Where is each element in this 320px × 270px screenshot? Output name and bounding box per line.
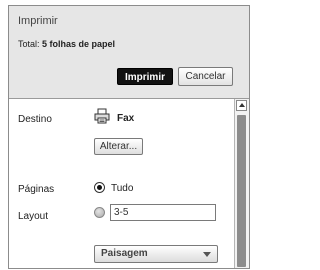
total-value: 5 folhas de papel: [42, 39, 116, 49]
pages-range-radio[interactable]: [94, 207, 105, 218]
pages-label: Páginas: [18, 184, 55, 195]
scroll-thumb[interactable]: [237, 115, 246, 267]
scroll-up-arrow-icon[interactable]: [236, 100, 247, 111]
scrollbar[interactable]: [234, 99, 249, 268]
chevron-down-icon: [203, 252, 211, 257]
pages-all-radio[interactable]: [94, 182, 105, 193]
printer-icon: [94, 108, 110, 124]
layout-label: Layout: [18, 211, 49, 222]
change-destination-button[interactable]: Alterar...: [94, 138, 143, 155]
total-label: Total:: [18, 39, 40, 49]
printer-name: Fax: [117, 113, 135, 124]
print-dialog: Imprimir Total: 5 folhas de papel Imprim…: [8, 5, 250, 269]
destination-label: Destino: [18, 114, 52, 125]
print-button[interactable]: Imprimir: [117, 68, 173, 85]
pages-all-label: Tudo: [111, 183, 134, 194]
cancel-button[interactable]: Cancelar: [178, 67, 233, 86]
page-range-input[interactable]: [110, 204, 216, 221]
orientation-select[interactable]: Paisagem: [94, 245, 218, 263]
dialog-title: Imprimir: [18, 15, 58, 27]
print-settings: Destino Fax Alterar... Páginas Tudo Layo…: [9, 99, 233, 268]
print-summary-header: Imprimir Total: 5 folhas de papel Imprim…: [9, 6, 249, 99]
orientation-selected: Paisagem: [101, 248, 148, 259]
total-sheets: Total: 5 folhas de papel: [18, 39, 115, 49]
